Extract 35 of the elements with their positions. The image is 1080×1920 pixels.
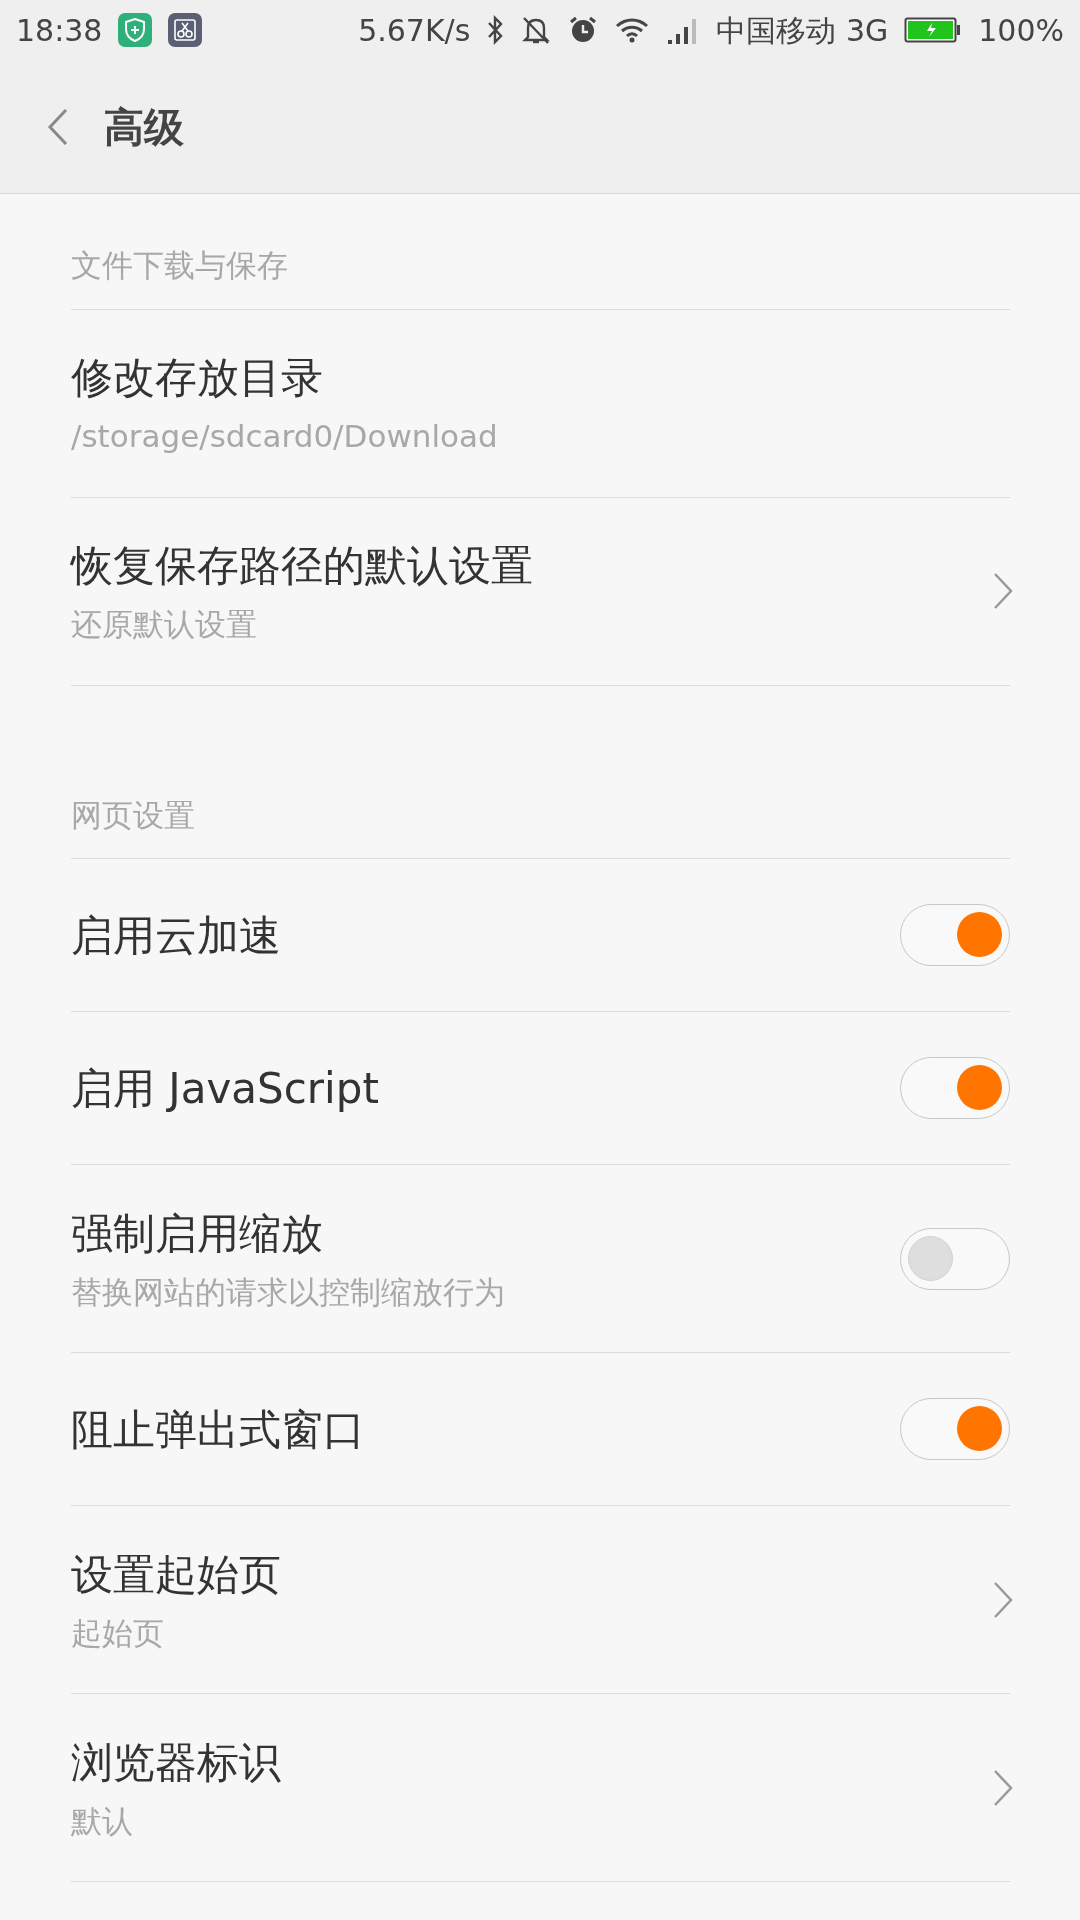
alarm-clock-icon xyxy=(568,15,599,45)
settings-row[interactable]: 强制启用缩放 替换网站的请求以控制缩放行为 xyxy=(71,1165,1010,1353)
back-button[interactable] xyxy=(46,106,70,147)
page-title: 高级 xyxy=(104,102,184,152)
row-subtitle: 起始页 xyxy=(71,1613,165,1653)
network-speed: 5.67K/s xyxy=(358,11,471,50)
shield-app-icon xyxy=(118,13,153,47)
section-header: 文件下载与保存 xyxy=(71,247,288,283)
settings-row[interactable]: 启用云加速 xyxy=(71,859,1010,1012)
settings-row[interactable]: 浏览器标识 默认 xyxy=(71,1694,1010,1882)
row-title: 恢复保存路径的默认设置 xyxy=(71,540,533,593)
carrier-name: 中国移动 3G xyxy=(716,11,889,50)
battery-percent: 100% xyxy=(978,11,1064,50)
row-title: 修改存放目录 xyxy=(71,352,324,405)
row-title: 阻止弹出式窗口 xyxy=(71,1403,365,1456)
row-subtitle: 默认 xyxy=(71,1801,134,1841)
battery-icon xyxy=(904,16,963,44)
row-title: 启用 JavaScript xyxy=(71,1062,379,1115)
settings-row[interactable]: 设置起始页 起始页 xyxy=(71,1506,1010,1694)
row-title: 启用云加速 xyxy=(71,909,281,962)
chevron-right-icon xyxy=(992,571,1014,611)
scissors-app-icon xyxy=(168,13,203,47)
settings-row[interactable]: 恢复保存路径的默认设置 还原默认设置 xyxy=(71,497,1010,686)
settings-row[interactable]: 修改存放目录 /storage/sdcard0/Download xyxy=(71,309,1010,498)
status-time: 18:38 xyxy=(16,11,103,50)
settings-row[interactable]: 启用 JavaScript xyxy=(71,1012,1010,1165)
row-title: 浏览器标识 xyxy=(71,1736,281,1789)
bluetooth-icon xyxy=(486,15,505,45)
section-header: 网页设置 xyxy=(71,796,195,833)
row-subtitle: 替换网站的请求以控制缩放行为 xyxy=(71,1272,505,1312)
row-subtitle: /storage/sdcard0/Download xyxy=(71,417,498,457)
row-title: 强制启用缩放 xyxy=(71,1207,324,1260)
row-title: 设置起始页 xyxy=(71,1548,281,1601)
settings-row[interactable]: 阻止弹出式窗口 xyxy=(71,1353,1010,1506)
row-subtitle: 还原默认设置 xyxy=(71,605,258,645)
